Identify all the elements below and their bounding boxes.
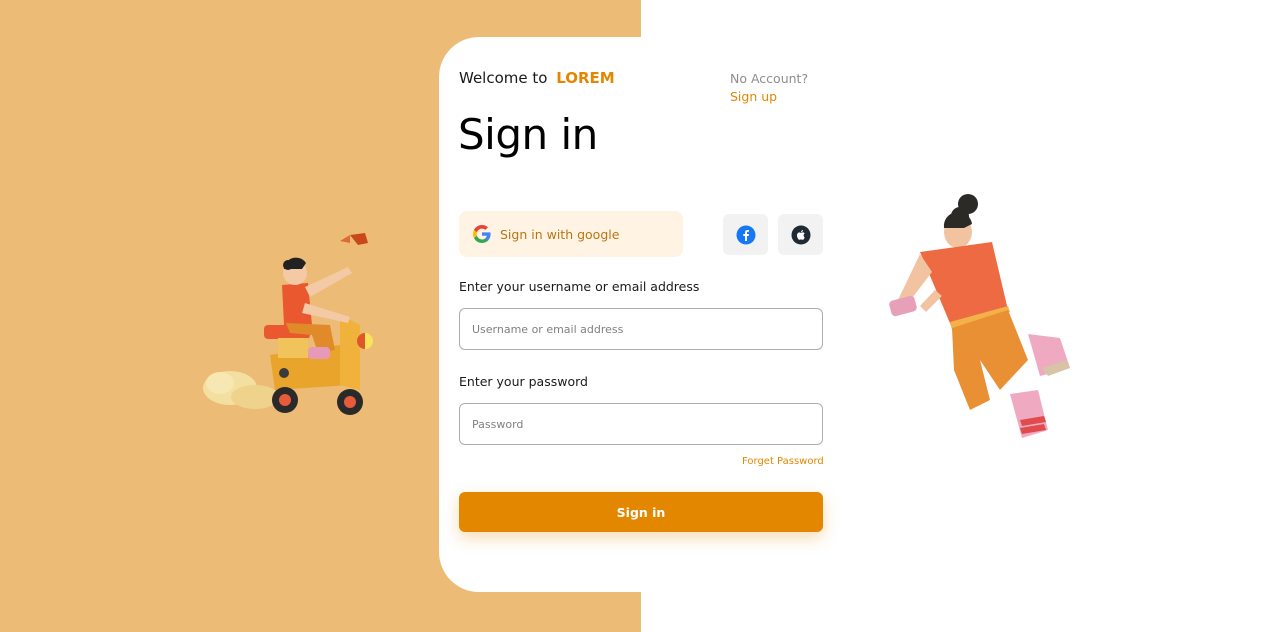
signup-link[interactable]: Sign up (730, 89, 777, 104)
username-input[interactable] (459, 308, 823, 350)
brand-name: LOREM (556, 69, 615, 87)
scooter-rider-illustration (203, 233, 373, 415)
apple-icon (791, 225, 810, 244)
password-label: Enter your password (459, 374, 588, 389)
google-signin-label: Sign in with google (500, 226, 620, 242)
facebook-icon (736, 225, 755, 244)
welcome-text: Welcome to (459, 69, 548, 87)
apple-signin-button[interactable] (778, 214, 823, 255)
google-signin-button[interactable]: Sign in with google (459, 211, 683, 257)
welcome-heading: Welcome to LOREM (459, 69, 615, 87)
page-title: Sign in (458, 110, 598, 159)
sign-in-button[interactable]: Sign in (459, 492, 823, 532)
username-label: Enter your username or email address (459, 279, 700, 294)
no-account-text: No Account? (730, 71, 809, 86)
password-input[interactable] (459, 403, 823, 445)
facebook-signin-button[interactable] (723, 214, 768, 255)
forget-password-link[interactable]: Forget Password (742, 456, 824, 467)
jumping-person-illustration (889, 194, 1070, 438)
google-icon (473, 225, 491, 243)
